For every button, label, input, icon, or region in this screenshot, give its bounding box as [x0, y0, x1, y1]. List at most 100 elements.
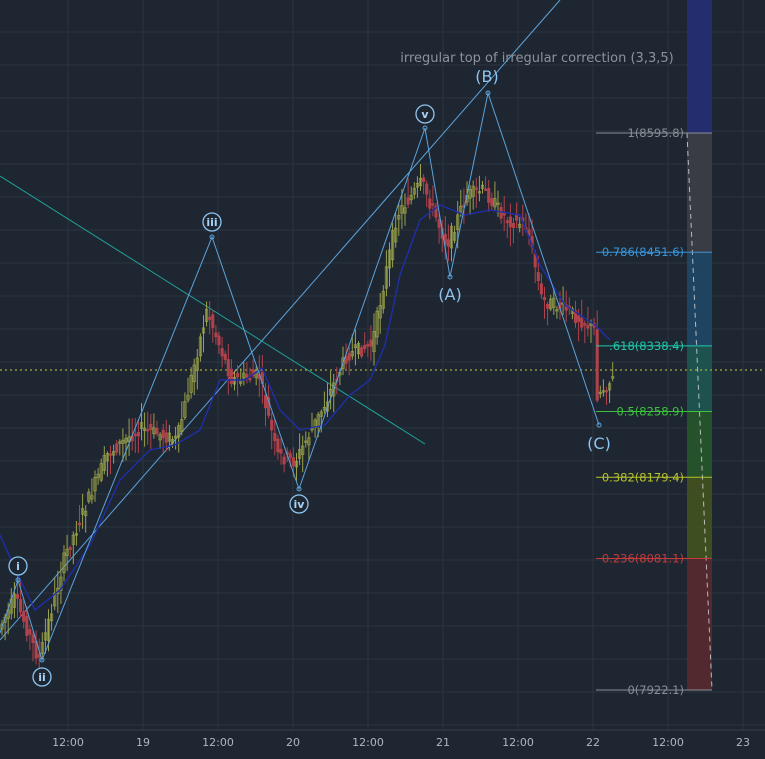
fib-zone-band-5 [687, 478, 712, 559]
candle-body [208, 316, 212, 320]
candle-body [279, 448, 283, 454]
candle-body [291, 457, 295, 467]
candle-body [406, 197, 410, 205]
candle-body [22, 611, 26, 622]
candle-body [15, 594, 20, 599]
candle-body [425, 183, 429, 195]
candle-body [536, 272, 540, 281]
candle-body [226, 359, 230, 377]
candle-body [583, 323, 587, 326]
candle-body [431, 203, 435, 206]
candle-body [546, 303, 550, 309]
candle-body [428, 198, 432, 209]
candle-body [136, 432, 140, 437]
candle-body [511, 223, 516, 229]
candle-body [542, 296, 547, 301]
candle-body [586, 324, 590, 329]
fib-zone-band-2 [687, 253, 712, 346]
candles [0, 163, 615, 672]
x-tick-5: 21 [436, 736, 450, 749]
candle-body [580, 317, 584, 328]
candle-body [604, 390, 609, 393]
candle-body [214, 332, 218, 338]
wave-label-6: (B) [475, 67, 498, 86]
candle-body [446, 239, 450, 247]
candle-body [19, 599, 23, 613]
x-axis: 12:00 19 12:00 20 12:00 21 12:00 22 12:00 23 [52, 736, 750, 749]
fib-level-label-0: 1(8595.8) [627, 126, 684, 140]
candle-body [539, 283, 543, 295]
x-tick-7: 22 [586, 736, 600, 749]
candle-body [499, 207, 503, 219]
candle-body [595, 329, 599, 401]
elliott-wave-path [0, 91, 600, 662]
candle-body [363, 344, 367, 350]
wave-label-2: iii [206, 216, 217, 229]
candle-body [515, 214, 519, 221]
fib-level-label-4: 0.382(8179.4) [602, 470, 684, 484]
x-tick-8: 12:00 [652, 736, 684, 749]
candle-body [229, 368, 233, 385]
fib-level-label-1: 0.786(8451.6) [602, 245, 684, 259]
candle-body [270, 419, 274, 431]
candle-body [31, 634, 35, 644]
fib-level-label-6: 0(7922.1) [627, 683, 684, 697]
wave-label-5: (A) [438, 285, 461, 304]
candle-body [245, 373, 249, 378]
wave-label-4: v [421, 108, 429, 121]
fib-level-label-5: 0.236(8081.1) [602, 552, 684, 566]
candle-body [211, 314, 215, 329]
candle-body [484, 188, 488, 191]
candle-body [347, 352, 351, 361]
fib-zone-band-1 [687, 133, 712, 253]
candle-body [223, 353, 227, 360]
candle-body [115, 443, 119, 453]
candle-body [25, 615, 29, 636]
fib-zone-band-6 [687, 559, 712, 690]
candle-body [28, 629, 32, 635]
candle-body [369, 339, 373, 347]
candle-body [437, 219, 441, 228]
candle-body [149, 423, 153, 431]
candle-body [161, 429, 165, 439]
candle-body [474, 187, 478, 190]
wave-label-7: (C) [587, 434, 611, 453]
candle-body [263, 395, 268, 409]
candle-body [487, 188, 491, 203]
candle-body [282, 456, 286, 465]
candle-body [164, 432, 168, 443]
candle-body [155, 427, 159, 435]
wave-label-3: iv [294, 498, 306, 511]
candle-body [422, 177, 426, 182]
candle-body [288, 453, 292, 459]
candle-body [236, 372, 240, 378]
wave-label-0: i [16, 560, 20, 573]
candle-body [248, 378, 252, 381]
fib-zone [687, 0, 712, 690]
fib-level-label-3: 0.5(8258.9) [616, 405, 684, 419]
candle-body [217, 335, 221, 346]
x-tick-6: 12:00 [502, 736, 534, 749]
candle-body [220, 348, 224, 357]
trend-line-up [0, 0, 561, 641]
elliott-wave-chart[interactable]: 1(8595.8) 0.786(8451.6) .618(8338.4) 0.5(82… [0, 0, 765, 755]
candle-body [133, 433, 137, 437]
fib-level-label-2: .618(8338.4) [609, 339, 684, 353]
candle-body [68, 547, 72, 550]
fib-zone-band-0 [687, 0, 712, 133]
candle-body [366, 344, 370, 347]
candle-body [508, 216, 512, 228]
x-tick-3: 20 [286, 736, 300, 749]
x-tick-2: 12:00 [202, 736, 234, 749]
candle-body [505, 220, 509, 224]
wave-lines [0, 90, 602, 663]
candle-body [577, 315, 581, 322]
candle-body [77, 522, 82, 526]
candle-body [273, 432, 277, 442]
grid [0, 0, 765, 731]
candle-body [146, 429, 150, 432]
chart-root: 1(8595.8) 0.786(8451.6) .618(8338.4) 0.5(82… [0, 0, 765, 755]
x-tick-4: 12:00 [352, 736, 384, 749]
wave-label-1: ii [38, 671, 46, 684]
candle-body [360, 347, 364, 357]
